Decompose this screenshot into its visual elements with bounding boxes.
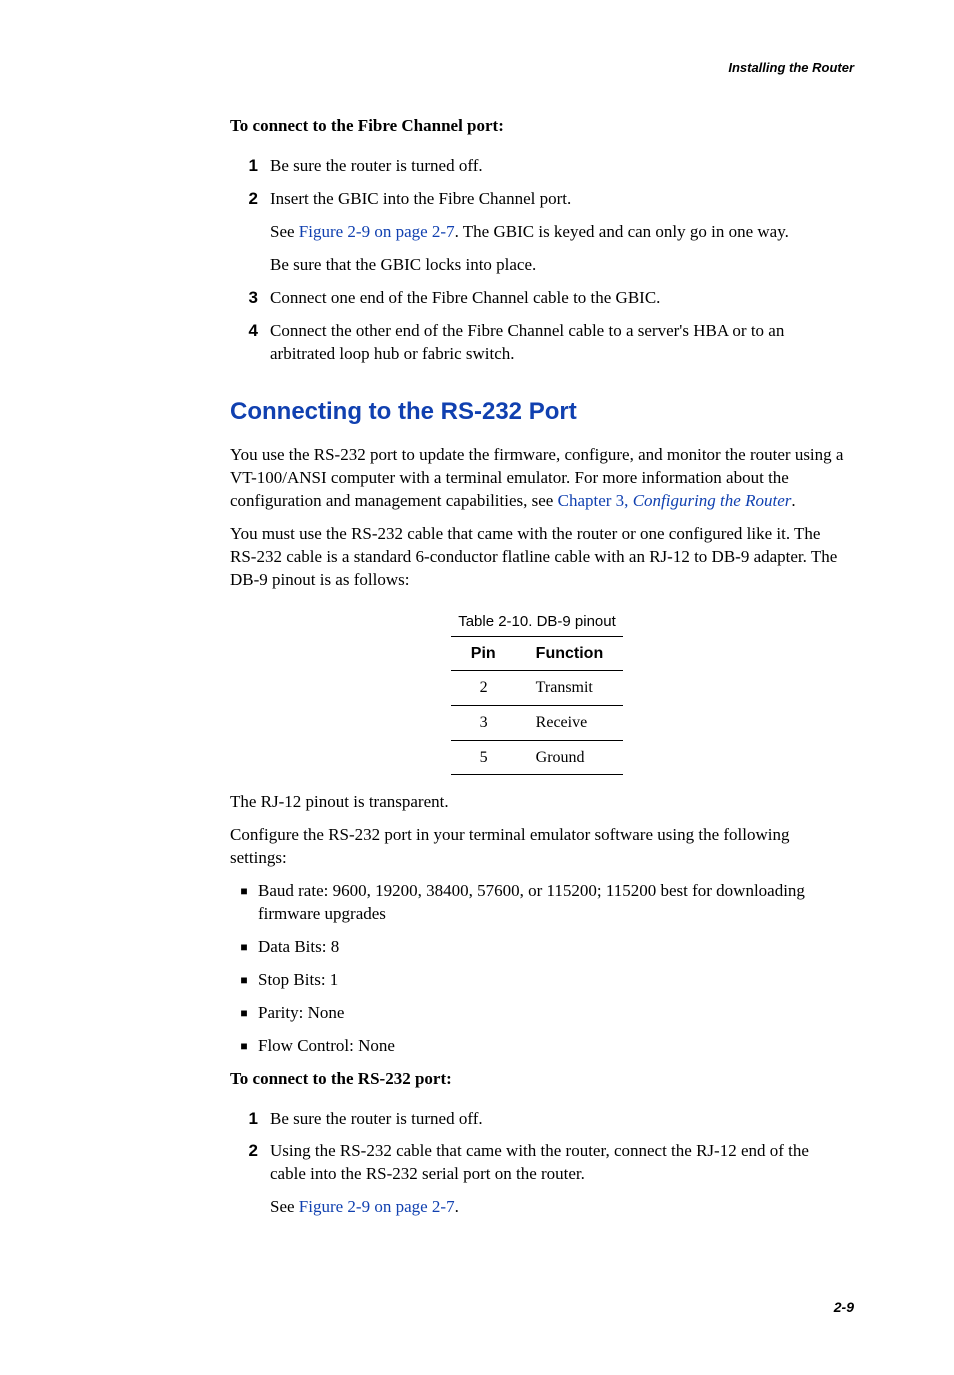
rs232-steps: 1 Be sure the router is turned off. 2 Us… — [230, 1108, 844, 1220]
step-2: 2 Insert the GBIC into the Fibre Channel… — [230, 188, 844, 277]
list-text: Baud rate: 9600, 19200, 38400, 57600, or… — [258, 880, 844, 926]
step-sub: See Figure 2-9 on page 2-7. The GBIC is … — [270, 221, 844, 244]
list-item: Flow Control: None — [230, 1035, 844, 1058]
running-header: Installing the Router — [100, 60, 854, 75]
fc-steps: 1 Be sure the router is turned off. 2 In… — [230, 155, 844, 366]
step-4: 4 Connect the other end of the Fibre Cha… — [230, 320, 844, 366]
cell-pin: 2 — [451, 671, 516, 706]
step-number: 1 — [230, 1108, 270, 1131]
step-number: 2 — [230, 1140, 270, 1163]
section-heading-rs232: Connecting to the RS-232 Port — [230, 396, 844, 428]
cell-pin: 5 — [451, 740, 516, 775]
figure-ref-link[interactable]: Figure 2-9 on page 2-7 — [299, 1197, 455, 1216]
cell-function: Ground — [516, 740, 624, 775]
step-1: 1 Be sure the router is turned off. — [230, 1108, 844, 1131]
settings-list: Baud rate: 9600, 19200, 38400, 57600, or… — [230, 880, 844, 1058]
cell-function: Receive — [516, 705, 624, 740]
table-row: 2 Transmit — [451, 671, 623, 706]
db9-pinout-table: Pin Function 2 Transmit 3 Receive 5 Grou… — [451, 636, 623, 775]
step-text: Using the RS-232 cable that came with th… — [270, 1140, 844, 1219]
step-sub: See Figure 2-9 on page 2-7. — [270, 1196, 844, 1219]
figure-ref-link[interactable]: Figure 2-9 on page 2-7 — [299, 222, 455, 241]
bullet-icon — [230, 1002, 258, 1024]
cell-function: Transmit — [516, 671, 624, 706]
list-item: Baud rate: 9600, 19200, 38400, 57600, or… — [230, 880, 844, 926]
table-row: 5 Ground — [451, 740, 623, 775]
step-text: Insert the GBIC into the Fibre Channel p… — [270, 188, 844, 277]
list-text: Data Bits: 8 — [258, 936, 844, 959]
list-item: Data Bits: 8 — [230, 936, 844, 959]
paragraph: You must use the RS-232 cable that came … — [230, 523, 844, 592]
paragraph: You use the RS-232 port to update the fi… — [230, 444, 844, 513]
list-text: Flow Control: None — [258, 1035, 844, 1058]
table-row: 3 Receive — [451, 705, 623, 740]
procedure-intro-rs232: To connect to the RS-232 port: — [230, 1068, 844, 1091]
step-3: 3 Connect one end of the Fibre Channel c… — [230, 287, 844, 310]
page-number: 2-9 — [100, 1299, 854, 1315]
paragraph: The RJ-12 pinout is transparent. — [230, 791, 844, 814]
step-sub: Be sure that the GBIC locks into place. — [270, 254, 844, 277]
step-2: 2 Using the RS-232 cable that came with … — [230, 1140, 844, 1219]
step-number: 1 — [230, 155, 270, 178]
list-text: Stop Bits: 1 — [258, 969, 844, 992]
step-text: Be sure the router is turned off. — [270, 155, 844, 178]
paragraph: Configure the RS-232 port in your termin… — [230, 824, 844, 870]
step-text: Be sure the router is turned off. — [270, 1108, 844, 1131]
step-number: 3 — [230, 287, 270, 310]
step-text: Connect the other end of the Fibre Chann… — [270, 320, 844, 366]
step-number: 4 — [230, 320, 270, 343]
bullet-icon — [230, 1035, 258, 1057]
bullet-icon — [230, 936, 258, 958]
step-number: 2 — [230, 188, 270, 211]
content-column: To connect to the Fibre Channel port: 1 … — [230, 115, 844, 1219]
list-item: Stop Bits: 1 — [230, 969, 844, 992]
table-header-function: Function — [516, 636, 624, 671]
table-header-pin: Pin — [451, 636, 516, 671]
step-text: Connect one end of the Fibre Channel cab… — [270, 287, 844, 310]
bullet-icon — [230, 880, 258, 902]
chapter-ref-link[interactable]: Chapter 3, — [558, 491, 633, 510]
step-1: 1 Be sure the router is turned off. — [230, 155, 844, 178]
bullet-icon — [230, 969, 258, 991]
list-text: Parity: None — [258, 1002, 844, 1025]
list-item: Parity: None — [230, 1002, 844, 1025]
page: Installing the Router To connect to the … — [0, 0, 954, 1375]
cell-pin: 3 — [451, 705, 516, 740]
procedure-intro-fc: To connect to the Fibre Channel port: — [230, 115, 844, 138]
table-caption: Table 2-10. DB-9 pinout — [230, 612, 844, 632]
chapter-ref-link-title[interactable]: Configuring the Router — [633, 491, 792, 510]
